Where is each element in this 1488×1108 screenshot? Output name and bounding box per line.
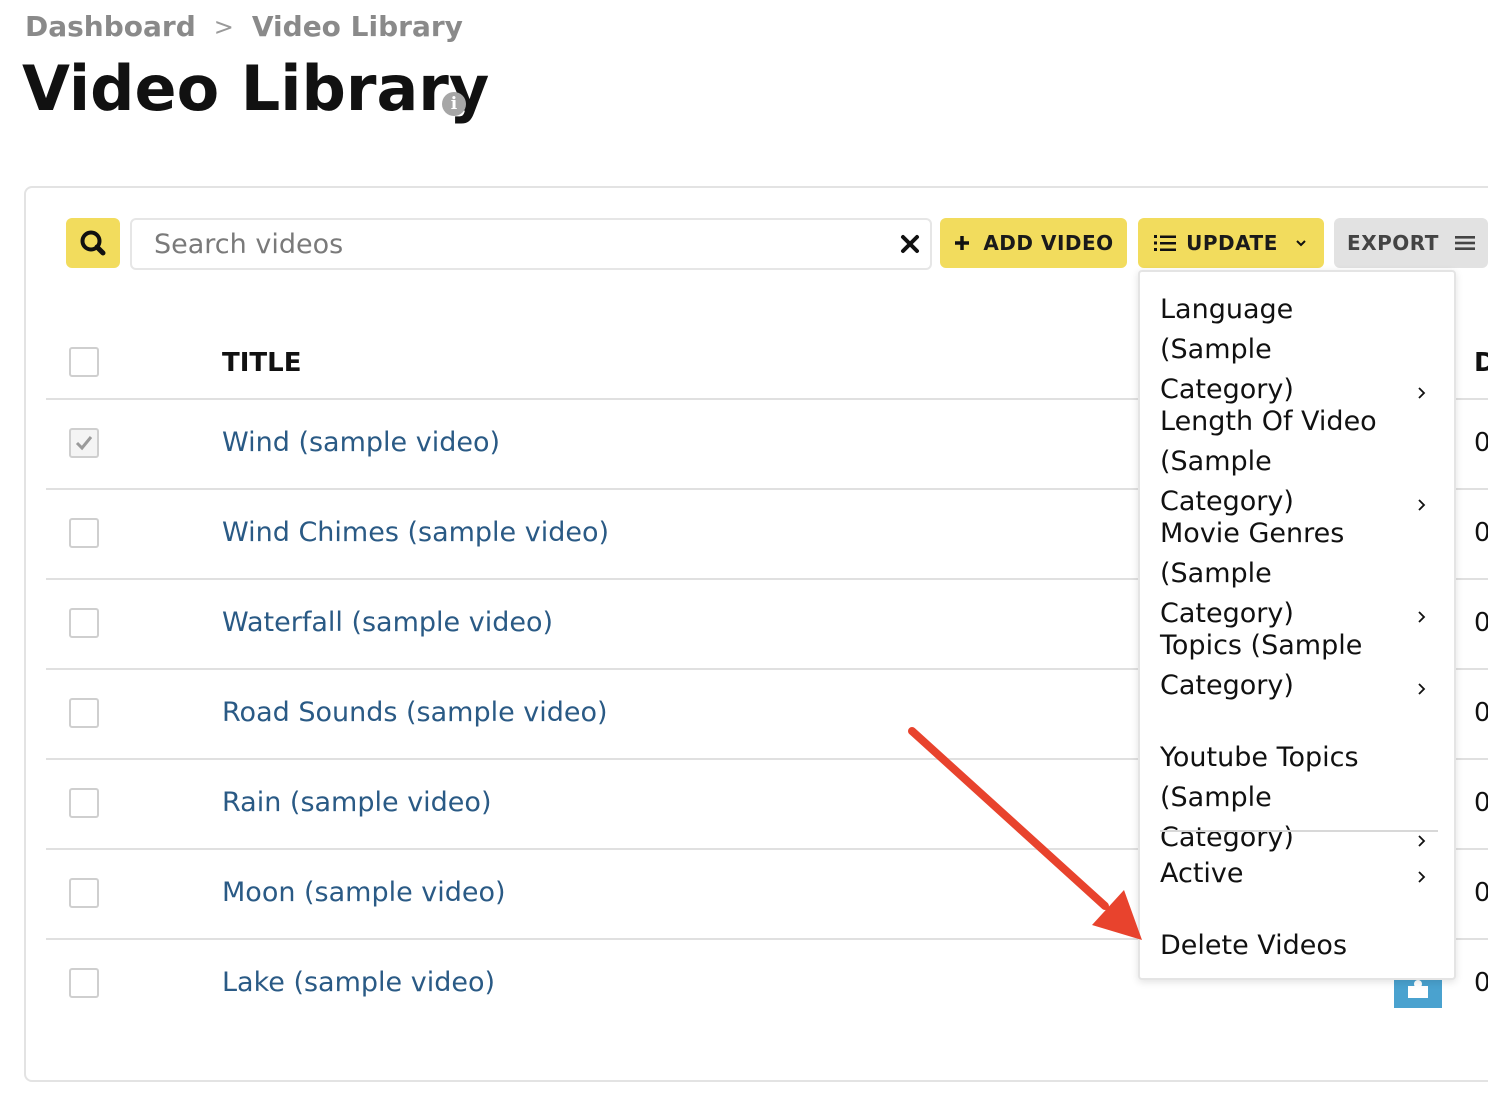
- search-button[interactable]: [66, 218, 120, 268]
- clear-search-icon[interactable]: [898, 232, 922, 256]
- add-video-button[interactable]: ADD VIDEO: [940, 218, 1127, 268]
- video-title-link[interactable]: Rain (sample video): [222, 787, 491, 818]
- row-value: 0: [1474, 608, 1488, 638]
- export-button[interactable]: EXPORT: [1334, 218, 1488, 268]
- search-icon: [80, 230, 106, 256]
- row-value: 0: [1474, 698, 1488, 728]
- menu-item-topics[interactable]: Topics (Sample Category): [1160, 626, 1440, 706]
- row-checkbox[interactable]: [69, 878, 99, 908]
- row-checkbox[interactable]: [69, 788, 99, 818]
- update-dropdown-menu: Language (Sample Category) Length Of Vid…: [1138, 270, 1456, 980]
- row-checkbox[interactable]: [69, 698, 99, 728]
- row-value: 0: [1474, 518, 1488, 548]
- update-label: UPDATE: [1186, 231, 1278, 255]
- search-input[interactable]: [154, 226, 854, 262]
- menu-item-label: Movie Genres (Sample Category): [1160, 518, 1345, 629]
- chevron-right-icon: [1418, 387, 1426, 399]
- menu-item-youtube-topics[interactable]: Youtube Topics (Sample Category): [1160, 738, 1440, 858]
- checkmark-icon: [75, 436, 93, 451]
- column-header-partial: D: [1474, 348, 1488, 378]
- video-title-link[interactable]: Moon (sample video): [222, 877, 506, 908]
- menu-item-length-of-video[interactable]: Length Of Video (Sample Category): [1160, 402, 1440, 522]
- row-value: 0: [1474, 788, 1488, 818]
- chevron-right-icon: [1418, 611, 1426, 623]
- menu-item-label: Length Of Video (Sample Category): [1160, 406, 1377, 517]
- menu-divider: [1160, 830, 1438, 832]
- menu-icon: [1454, 236, 1475, 250]
- menu-item-delete-videos[interactable]: Delete Videos: [1160, 926, 1440, 966]
- page-title: Video Library: [22, 52, 490, 125]
- search-field: [130, 218, 932, 270]
- menu-item-label: Language (Sample Category): [1160, 294, 1294, 405]
- menu-item-active[interactable]: Active: [1160, 854, 1440, 894]
- select-all-checkbox[interactable]: [69, 347, 99, 377]
- breadcrumb-video-library[interactable]: Video Library: [252, 10, 463, 43]
- menu-item-label: Youtube Topics (Sample Category): [1160, 742, 1359, 853]
- menu-item-label: Active: [1160, 858, 1244, 889]
- export-label: EXPORT: [1347, 231, 1439, 255]
- plus-icon: [955, 236, 970, 250]
- menu-item-movie-genres[interactable]: Movie Genres (Sample Category): [1160, 514, 1440, 634]
- video-title-link[interactable]: Waterfall (sample video): [222, 607, 553, 638]
- video-title-link[interactable]: Wind (sample video): [222, 427, 500, 458]
- row-checkbox[interactable]: [69, 968, 99, 998]
- row-checkbox[interactable]: [69, 608, 99, 638]
- row-value: 0: [1474, 968, 1488, 998]
- update-button[interactable]: UPDATE: [1138, 218, 1324, 268]
- chevron-right-icon: [1418, 871, 1426, 883]
- menu-item-label: Topics (Sample Category): [1160, 630, 1363, 701]
- chevron-right-icon: [1418, 683, 1426, 695]
- video-title-link[interactable]: Lake (sample video): [222, 967, 495, 998]
- add-video-label: ADD VIDEO: [983, 231, 1114, 255]
- row-checkbox[interactable]: [69, 518, 99, 548]
- menu-item-language[interactable]: Language (Sample Category): [1160, 290, 1440, 410]
- column-header-title[interactable]: TITLE: [222, 348, 301, 378]
- video-thumbnail[interactable]: [1394, 976, 1442, 1008]
- row-value: 0: [1474, 878, 1488, 908]
- breadcrumb-dashboard[interactable]: Dashboard: [25, 10, 196, 43]
- info-icon[interactable]: i: [442, 92, 466, 116]
- breadcrumb: Dashboard > Video Library: [25, 10, 463, 43]
- menu-item-label: Delete Videos: [1160, 930, 1348, 961]
- chevron-down-icon: [1296, 240, 1306, 247]
- chevron-right-icon: [1418, 835, 1426, 847]
- row-checkbox[interactable]: [69, 428, 99, 458]
- list-icon: [1154, 235, 1177, 251]
- breadcrumb-separator: >: [213, 12, 234, 41]
- video-title-link[interactable]: Wind Chimes (sample video): [222, 517, 609, 548]
- row-value: 0: [1474, 428, 1488, 458]
- video-title-link[interactable]: Road Sounds (sample video): [222, 697, 608, 728]
- thumbnail-image-icon: [1408, 980, 1428, 998]
- chevron-right-icon: [1418, 499, 1426, 511]
